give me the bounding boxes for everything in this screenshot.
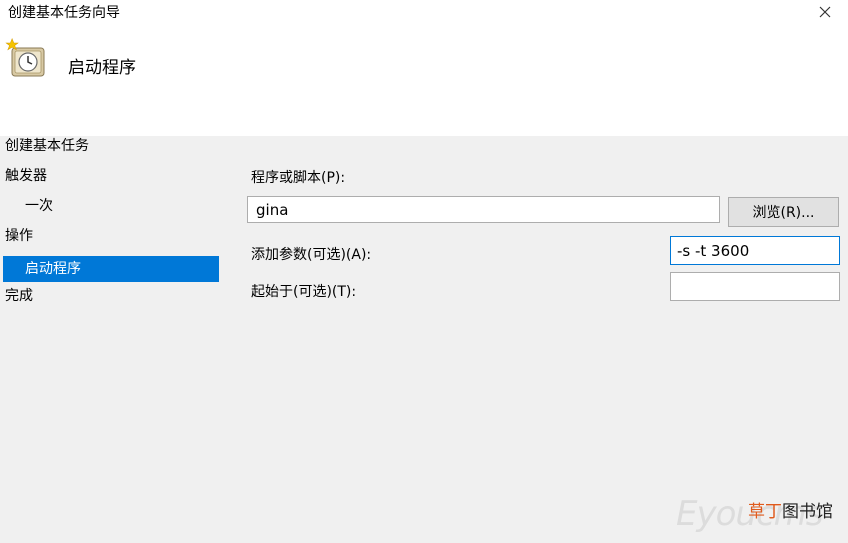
args-label: 添加参数(可选)(A):: [251, 247, 372, 263]
watermark-accent: 草丁: [748, 502, 782, 522]
close-icon: [819, 6, 831, 18]
title-bar: 创建基本任务向导: [0, 0, 848, 24]
watermark-rest: 图书馆: [782, 502, 833, 522]
program-label: 程序或脚本(P):: [251, 170, 346, 186]
nav-item-action[interactable]: 操作: [5, 223, 33, 249]
nav-item-create-basic-task[interactable]: 创建基本任务: [5, 133, 89, 159]
nav-item-finish[interactable]: 完成: [5, 283, 33, 309]
watermark-text: 草丁图书馆: [748, 497, 833, 522]
start-in-label: 起始于(可选)(T):: [251, 284, 357, 300]
close-button[interactable]: [802, 0, 848, 24]
window-title: 创建基本任务向导: [8, 5, 120, 21]
watermark: Eyoucms 草丁图书馆: [676, 494, 846, 534]
page-title: 启动程序: [68, 58, 136, 78]
nav-item-trigger[interactable]: 触发器: [5, 163, 47, 189]
browse-button[interactable]: 浏览(R)...: [728, 197, 839, 227]
args-input[interactable]: -s -t 3600: [670, 236, 840, 265]
nav-item-once[interactable]: 一次: [25, 193, 53, 219]
nav-item-start-program[interactable]: 启动程序: [3, 256, 219, 282]
wizard-steps-nav: 创建基本任务 触发器 一次 操作 启动程序 完成: [0, 136, 225, 543]
task-scheduler-clock-icon: [5, 38, 45, 77]
start-in-input[interactable]: [670, 272, 840, 301]
program-input[interactable]: gina: [247, 196, 720, 223]
wizard-header: 启动程序: [0, 24, 848, 136]
